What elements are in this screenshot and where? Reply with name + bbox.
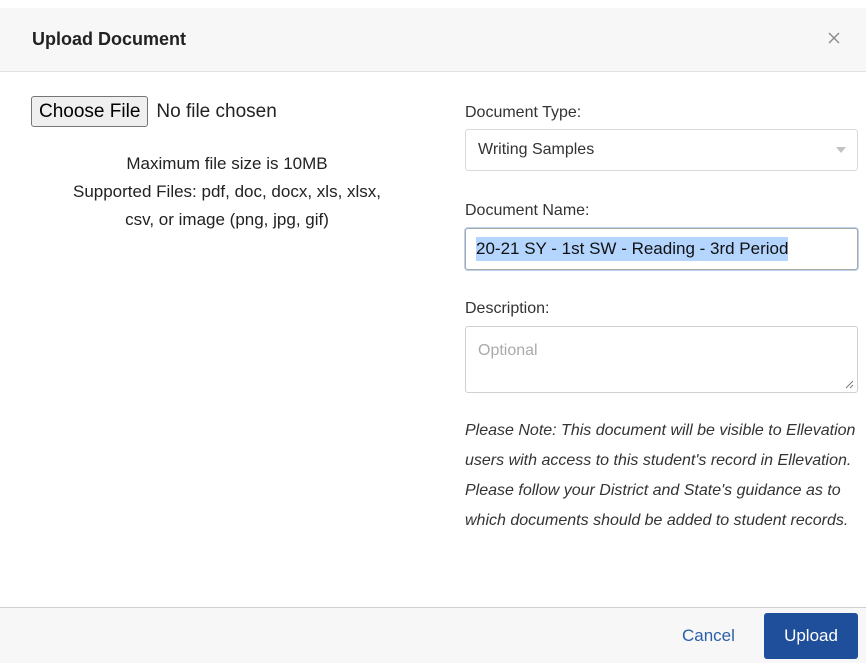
upload-document-modal: Upload Document Choose File No file chos… — [0, 0, 866, 663]
supported-files-text-cont: csv, or image (png, jpg, gif) — [125, 210, 329, 229]
document-type-value: Writing Samples — [478, 141, 595, 158]
document-type-label: Document Type: — [465, 104, 582, 121]
file-picker: Choose File No file chosen — [31, 96, 277, 127]
document-name-label: Document Name: — [465, 202, 590, 219]
supported-files-text: Supported Files: pdf, doc, docx, xls, xl… — [72, 182, 382, 201]
document-type-select[interactable]: Writing Samples — [465, 129, 858, 171]
modal-title: Upload Document — [32, 29, 187, 49]
file-status: No file chosen — [156, 100, 277, 122]
close-button[interactable] — [824, 28, 844, 48]
close-icon — [828, 32, 840, 44]
cancel-button[interactable]: Cancel — [680, 622, 737, 650]
description-label: Description: — [465, 300, 550, 317]
description-textarea[interactable]: Optional — [465, 326, 858, 393]
privacy-note: Please Note: This document will be visib… — [465, 422, 856, 529]
max-size-text: Maximum file size is 10MB — [126, 154, 328, 173]
description-placeholder: Optional — [478, 342, 538, 359]
modal-header: Upload Document — [0, 8, 866, 72]
file-requirements: Maximum file size is 10MB Supported File… — [22, 150, 432, 234]
modal-footer: Cancel Upload — [0, 607, 866, 663]
caret-down-icon — [836, 147, 846, 153]
choose-file-button[interactable]: Choose File — [31, 96, 149, 127]
document-name-value: 20-21 SY - 1st SW - Reading - 3rd Period — [476, 237, 789, 261]
document-name-input[interactable]: 20-21 SY - 1st SW - Reading - 3rd Period — [465, 228, 858, 270]
resize-grip-icon[interactable] — [844, 379, 854, 389]
upload-button[interactable]: Upload — [764, 613, 858, 659]
